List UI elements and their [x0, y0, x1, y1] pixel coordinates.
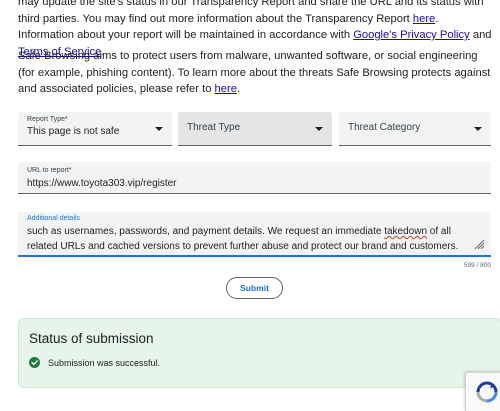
dropdown-arrow-icon: [315, 127, 323, 131]
additional-details-text: such as usernames, passwords, and paymen…: [27, 224, 465, 254]
resize-handle-icon[interactable]: [474, 239, 484, 249]
threat-type-select[interactable]: Threat Type: [178, 112, 332, 146]
paragraph-text: .: [236, 83, 241, 95]
safe-browsing-paragraph: Safe Browsing aims to protect users from…: [18, 48, 492, 98]
paragraph-text: and: [469, 29, 492, 41]
report-type-select[interactable]: Report Type* This page is not safe: [18, 112, 172, 146]
threat-category-placeholder: Threat Category: [348, 122, 421, 133]
check-circle-icon: [29, 357, 40, 368]
privacy-policy-link[interactable]: Google's Privacy Policy: [353, 29, 470, 41]
status-message: Submission was successful.: [48, 358, 161, 368]
additional-details-label: Additional details: [27, 215, 80, 222]
recaptcha-icon: [476, 381, 498, 403]
submit-button[interactable]: Submit: [226, 277, 283, 299]
transparency-report-link[interactable]: here: [413, 13, 435, 25]
threat-category-select[interactable]: Threat Category: [339, 112, 491, 146]
url-value: https://www.toyota303.vip/register: [27, 178, 177, 189]
dropdown-arrow-icon: [474, 127, 482, 131]
misspelled-word: takedown: [384, 226, 428, 237]
recaptcha-badge[interactable]: [465, 372, 500, 411]
url-label: URL to report*: [27, 167, 72, 174]
additional-details-textarea[interactable]: Additional details such as usernames, pa…: [18, 212, 491, 257]
status-title: Status of submission: [29, 331, 154, 346]
threat-type-placeholder: Threat Type: [187, 122, 241, 133]
submission-status-panel: Status of submission Submission was succ…: [18, 318, 500, 388]
character-counter: 599 / 800: [463, 262, 491, 269]
policies-link[interactable]: here: [215, 83, 237, 95]
report-type-label: Report Type*: [27, 116, 68, 123]
report-type-value: This page is not safe: [27, 126, 120, 137]
url-input[interactable]: URL to report* https://www.toyota303.vip…: [18, 162, 491, 194]
details-text: such as usernames, passwords, and paymen…: [27, 226, 385, 237]
dropdown-arrow-icon: [155, 127, 163, 131]
paragraph-text: Safe Browsing aims to protect users from…: [18, 50, 491, 95]
